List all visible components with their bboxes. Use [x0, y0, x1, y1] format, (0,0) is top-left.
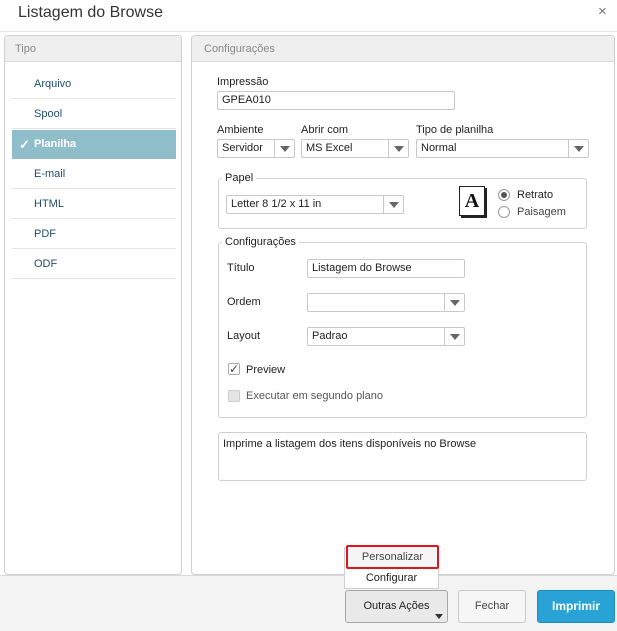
- retrato-radio[interactable]: [498, 189, 510, 201]
- tipo-planilha-label: Tipo de planilha: [416, 124, 494, 136]
- tipo-panel: Tipo Arquivo Spool ✓ Planilha E-mail HTM…: [4, 35, 182, 575]
- outras-acoes-label: Outras Ações: [363, 600, 430, 612]
- tipo-item-label: Planilha: [34, 138, 77, 150]
- segundo-plano-label: Executar em segundo plano: [246, 390, 383, 402]
- tipo-planilha-value: Normal: [421, 142, 457, 154]
- papel-select[interactable]: Letter 8 1/2 x 11 in: [226, 195, 404, 214]
- window-title: Listagem do Browse: [18, 4, 163, 21]
- config-header: Configurações: [192, 36, 614, 62]
- layout-value: Padrao: [312, 330, 348, 342]
- titulo-input[interactable]: Listagem do Browse: [307, 259, 465, 278]
- configuracoes-legend: Configurações: [222, 236, 299, 248]
- ambiente-value: Servidor: [222, 142, 263, 154]
- personalizar-label: Personalizar: [361, 551, 424, 563]
- tipo-item-html[interactable]: HTML: [12, 190, 176, 219]
- check-icon: ✓: [19, 137, 30, 152]
- tipo-item-label: E-mail: [34, 168, 66, 180]
- tipo-item-spool[interactable]: Spool: [12, 100, 176, 129]
- segundo-plano-checkbox[interactable]: [228, 390, 240, 402]
- chevron-down-icon[interactable]: [274, 140, 294, 157]
- tipo-item-planilha[interactable]: ✓ Planilha: [12, 130, 176, 159]
- paisagem-label: Paisagem: [517, 206, 566, 218]
- tipo-item-email[interactable]: E-mail: [12, 160, 176, 189]
- tipo-item-label: Arquivo: [34, 78, 72, 90]
- impressao-input[interactable]: GPEA010: [217, 91, 455, 110]
- ordem-select[interactable]: [307, 293, 465, 312]
- imprimir-button[interactable]: Imprimir: [537, 590, 615, 623]
- tipo-item-label: PDF: [34, 228, 56, 240]
- ambiente-label: Ambiente: [217, 124, 264, 136]
- papel-legend: Papel: [222, 172, 257, 184]
- menu-item-configurar[interactable]: Configurar: [346, 570, 437, 587]
- tipo-item-label: ODF: [34, 258, 58, 270]
- papel-value: Letter 8 1/2 x 11 in: [231, 198, 322, 210]
- impressao-label: Impressão: [217, 76, 269, 88]
- retrato-label: Retrato: [517, 189, 554, 201]
- ambiente-select[interactable]: Servidor: [217, 139, 295, 158]
- tipo-item-pdf[interactable]: PDF: [12, 220, 176, 249]
- preview-label: Preview: [246, 364, 286, 376]
- titulo-label: Título: [227, 262, 255, 274]
- orientation-letter: A: [464, 190, 480, 212]
- chevron-down-icon[interactable]: [388, 140, 408, 157]
- chevron-down-icon[interactable]: [444, 328, 464, 345]
- caret-down-icon: [435, 614, 443, 619]
- title-divider: [0, 31, 617, 32]
- imprimir-label: Imprimir: [551, 599, 600, 613]
- preview-checkbox[interactable]: ✓: [228, 363, 240, 375]
- configurar-label: Configurar: [365, 572, 418, 584]
- ordem-label: Ordem: [227, 296, 261, 308]
- fechar-button[interactable]: Fechar: [458, 590, 526, 623]
- paisagem-radio[interactable]: [498, 206, 510, 218]
- page-orientation-icon: A: [459, 186, 485, 216]
- description-text: Imprime a listagem dos itens disponíveis…: [223, 438, 477, 450]
- check-icon: ✓: [229, 362, 240, 376]
- description-box: Imprime a listagem dos itens disponíveis…: [218, 432, 587, 481]
- tipo-header: Tipo: [5, 36, 181, 62]
- close-icon[interactable]: ×: [598, 3, 607, 20]
- fechar-label: Fechar: [474, 600, 510, 612]
- tipo-planilha-select[interactable]: Normal: [416, 139, 589, 158]
- chevron-down-icon[interactable]: [444, 294, 464, 311]
- tipo-item-label: HTML: [34, 198, 64, 210]
- tipo-item-odf[interactable]: ODF: [12, 250, 176, 279]
- layout-select[interactable]: Padrao: [307, 327, 465, 346]
- abrir-com-select[interactable]: MS Excel: [301, 139, 409, 158]
- tipo-item-label: Spool: [34, 108, 63, 120]
- tipo-item-arquivo[interactable]: Arquivo: [12, 70, 176, 99]
- abrir-com-label: Abrir com: [301, 124, 349, 136]
- abrir-com-value: MS Excel: [306, 142, 353, 154]
- chevron-down-icon[interactable]: [568, 140, 588, 157]
- layout-label: Layout: [227, 330, 261, 342]
- menu-item-personalizar[interactable]: Personalizar: [346, 545, 439, 569]
- outras-acoes-button[interactable]: Outras Ações: [345, 590, 448, 623]
- chevron-down-icon[interactable]: [383, 196, 403, 213]
